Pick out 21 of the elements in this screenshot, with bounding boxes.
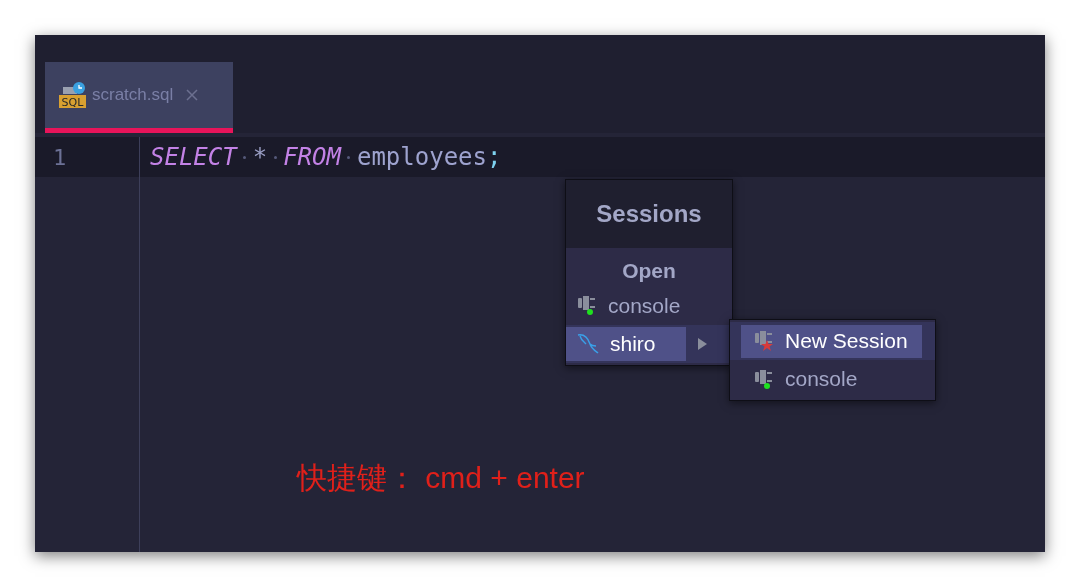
code-token: ; [487, 142, 502, 173]
annotation-text: 快捷键： cmd + enter [297, 460, 585, 496]
editor-tab[interactable]: SQL scratch.sql [45, 62, 233, 133]
whitespace-marker [243, 155, 247, 159]
code-token: SELECT [150, 142, 237, 173]
menu-item[interactable]: New Session [741, 324, 922, 358]
code-token: * [252, 142, 268, 173]
code-token: employees [356, 142, 487, 173]
line-number: 1 [35, 137, 140, 177]
menu-item[interactable]: console [741, 362, 922, 396]
console-icon [576, 295, 598, 316]
close-icon [185, 88, 200, 102]
popup-title: Sessions [566, 180, 732, 248]
whitespace-marker [347, 155, 351, 159]
whitespace-marker [273, 155, 277, 159]
menu-item[interactable]: shiro [566, 326, 686, 361]
new-session-icon [753, 330, 775, 352]
section-label: Open [621, 258, 677, 284]
menu-item[interactable]: console [566, 288, 686, 323]
console-icon [753, 368, 775, 390]
code-token: FROM [283, 142, 341, 173]
